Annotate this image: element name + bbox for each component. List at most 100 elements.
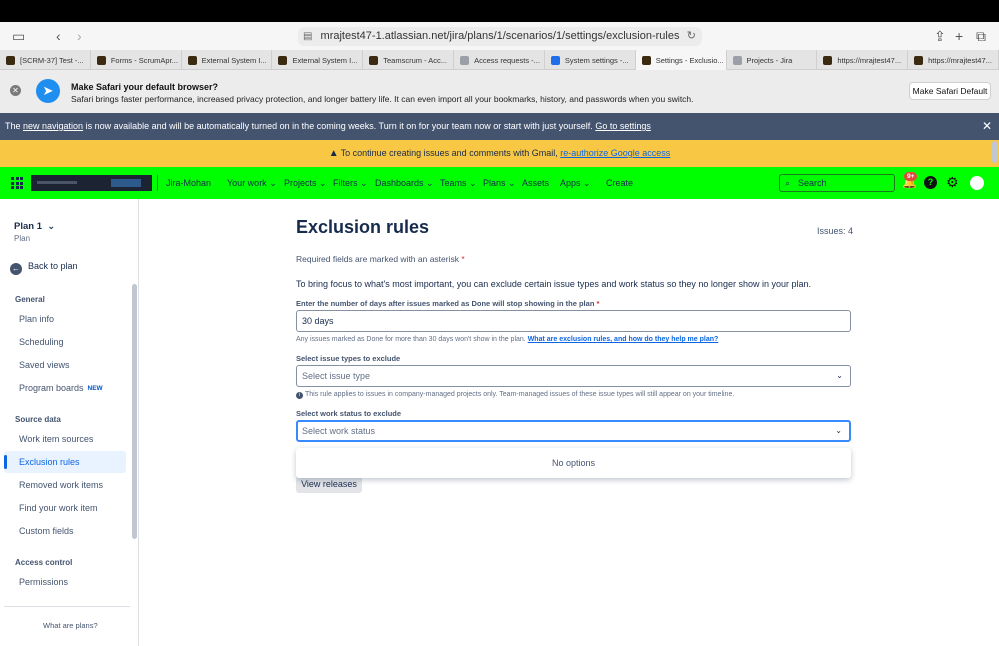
safari-compass-icon: ➤ [36,79,60,103]
page-scrollbar[interactable] [992,141,997,163]
chevron-down-icon: ⌄ [47,221,56,232]
share-icon[interactable]: ⇪ [934,27,946,45]
issue-types-label: Select issue types to exclude [296,354,401,363]
tab-bar: [SCRM-37] Test -... Forms - ScrumApr... … [0,50,999,70]
work-status-select[interactable]: Select work status ⌄ [296,420,851,442]
notifications-badge: 9+ [904,172,918,181]
plan-selector[interactable]: Plan 1 ⌄ [14,221,55,232]
browser-tab[interactable]: System settings -... [545,50,636,70]
jira-favicon-icon [369,55,379,65]
nav-assets[interactable]: Assets [522,167,549,199]
chevron-down-icon: ⌄ [835,426,842,435]
nav-plans[interactable]: Plans ⌄ [483,167,516,199]
banner-text: Safari brings faster performance, increa… [71,94,694,104]
browser-tab[interactable]: External System I... [182,50,273,70]
forward-icon[interactable]: › [77,27,82,45]
sidebar-item-saved-views[interactable]: Saved views [19,360,70,370]
sidebar-item-scheduling[interactable]: Scheduling [19,337,64,347]
nav-apps[interactable]: Apps ⌄ [560,167,591,199]
create-button[interactable]: Create [606,167,633,199]
make-safari-default-button[interactable]: Make Safari Default [909,82,991,100]
new-tab-icon[interactable]: + [955,27,963,45]
browser-tab[interactable]: https://mrajtest47... [908,50,999,70]
browser-tab-active[interactable]: Settings - Exclusio... [635,50,727,70]
avatar[interactable] [970,176,984,190]
issue-type-select[interactable]: Select issue type ⌄ [296,365,851,387]
new-navigation-banner: The new navigation is now available and … [0,113,999,140]
help-icon[interactable]: ? [924,176,937,189]
chevron-down-icon: ⌄ [426,178,434,188]
what-are-plans-link[interactable]: What are plans? [43,621,98,630]
atlassian-favicon-icon [732,55,742,65]
sidebar-item-plan-info[interactable]: Plan info [19,314,54,324]
new-navigation-link[interactable]: new navigation [23,121,83,131]
sidebar-toggle-icon[interactable]: ▭ [12,27,25,45]
sidebar-scrollbar[interactable] [132,284,137,539]
app-switcher-icon[interactable] [11,177,23,189]
browser-tab[interactable]: External System I... [272,50,364,70]
new-badge: NEW [87,385,103,392]
reauthorize-google-link[interactable]: re-authorize Google access [560,148,670,158]
browser-tab[interactable]: [SCRM-37] Test -... [0,50,91,70]
chevron-down-icon: ⌄ [269,178,277,188]
back-icon[interactable]: ‹ [56,27,61,45]
jira-favicon-icon [823,55,833,65]
close-icon[interactable]: ✕ [982,113,992,140]
url-text: mrajtest47-1.atlassian.net/jira/plans/1/… [320,30,680,42]
nav-projects[interactable]: Projects ⌄ [284,167,327,199]
arrow-left-icon: ← [10,263,22,275]
days-field-label: Enter the number of days after issues ma… [296,299,600,308]
jira-favicon-icon [278,55,288,65]
sidebar-item-find-your-work-item[interactable]: Find your work item [19,503,98,513]
chevron-down-icon: ⌄ [319,178,327,188]
sidebar-item-program-boards[interactable]: Program boards NEW [19,383,103,393]
go-to-settings-link[interactable]: Go to settings [595,121,651,131]
chevron-down-icon: ⌄ [583,178,591,188]
plan-sidebar: Plan 1 ⌄ Plan ← Back to plan General Plan… [0,199,139,646]
page-title: Exclusion rules [296,217,430,237]
sidebar-item-work-item-sources[interactable]: Work item sources [19,434,93,444]
sidebar-item-removed-work-items[interactable]: Removed work items [19,480,103,490]
browser-tab[interactable]: Projects - Jira [727,50,818,70]
site-name[interactable]: Jira-Mohan [166,167,211,199]
search-icon: ⌕ [785,178,791,188]
header-divider [157,175,158,191]
chevron-down-icon: ⌄ [360,178,368,188]
exclusion-rules-help-link[interactable]: What are exclusion rules, and how do the… [528,336,719,343]
reload-icon[interactable]: ↻ [687,27,696,46]
chevron-down-icon: ⌄ [836,371,843,380]
browser-tab[interactable]: Forms - ScrumApr... [91,50,182,70]
browser-tab[interactable]: https://mrajtest47... [817,50,909,70]
jira-header: Jira-Mohan Your work ⌄ Projects ⌄ Filter… [0,167,999,199]
chevron-down-icon: ⌄ [508,178,516,188]
chevron-down-icon: ⌄ [469,178,477,188]
search-input[interactable]: ⌕ Search [779,174,895,192]
sidebar-item-custom-fields[interactable]: Custom fields [19,526,74,536]
jira-favicon-icon [6,55,15,65]
nav-filters[interactable]: Filters ⌄ [333,167,368,199]
sidebar-item-exclusion-rules[interactable]: Exclusion rules [19,457,80,467]
gear-icon[interactable]: ⚙ [946,174,959,191]
banner-title: Make Safari your default browser? [71,82,219,92]
close-icon[interactable]: ✕ [10,85,21,96]
site-logo[interactable] [31,175,152,191]
browser-toolbar: ▭ ‹ › ▤ mrajtest47-1.atlassian.net/jira/… [0,22,999,50]
info-icon: i [296,392,303,399]
jira-favicon-icon [187,55,197,65]
nav-your-work[interactable]: Your work ⌄ [227,167,277,199]
sidebar-item-permissions[interactable]: Permissions [19,577,68,587]
work-status-dropdown-menu: No options [296,448,851,478]
address-bar[interactable]: ▤ mrajtest47-1.atlassian.net/jira/plans/… [298,27,702,46]
intro-text: To bring focus to what's most important,… [296,279,811,289]
section-source-data: Source data [15,415,61,424]
tab-overview-icon[interactable]: ⧉ [976,27,986,45]
active-item-indicator [4,455,7,469]
browser-tab[interactable]: Teamscrum - Acc... [363,50,455,70]
page-icon: ▤ [303,31,313,42]
nav-teams[interactable]: Teams ⌄ [440,167,477,199]
days-input[interactable]: 30 days [296,310,851,332]
nav-dashboards[interactable]: Dashboards ⌄ [375,167,434,199]
back-to-plan-link[interactable]: ← Back to plan [10,261,78,275]
settings-favicon-icon [550,55,560,65]
browser-tab[interactable]: Access requests -... [454,50,545,70]
